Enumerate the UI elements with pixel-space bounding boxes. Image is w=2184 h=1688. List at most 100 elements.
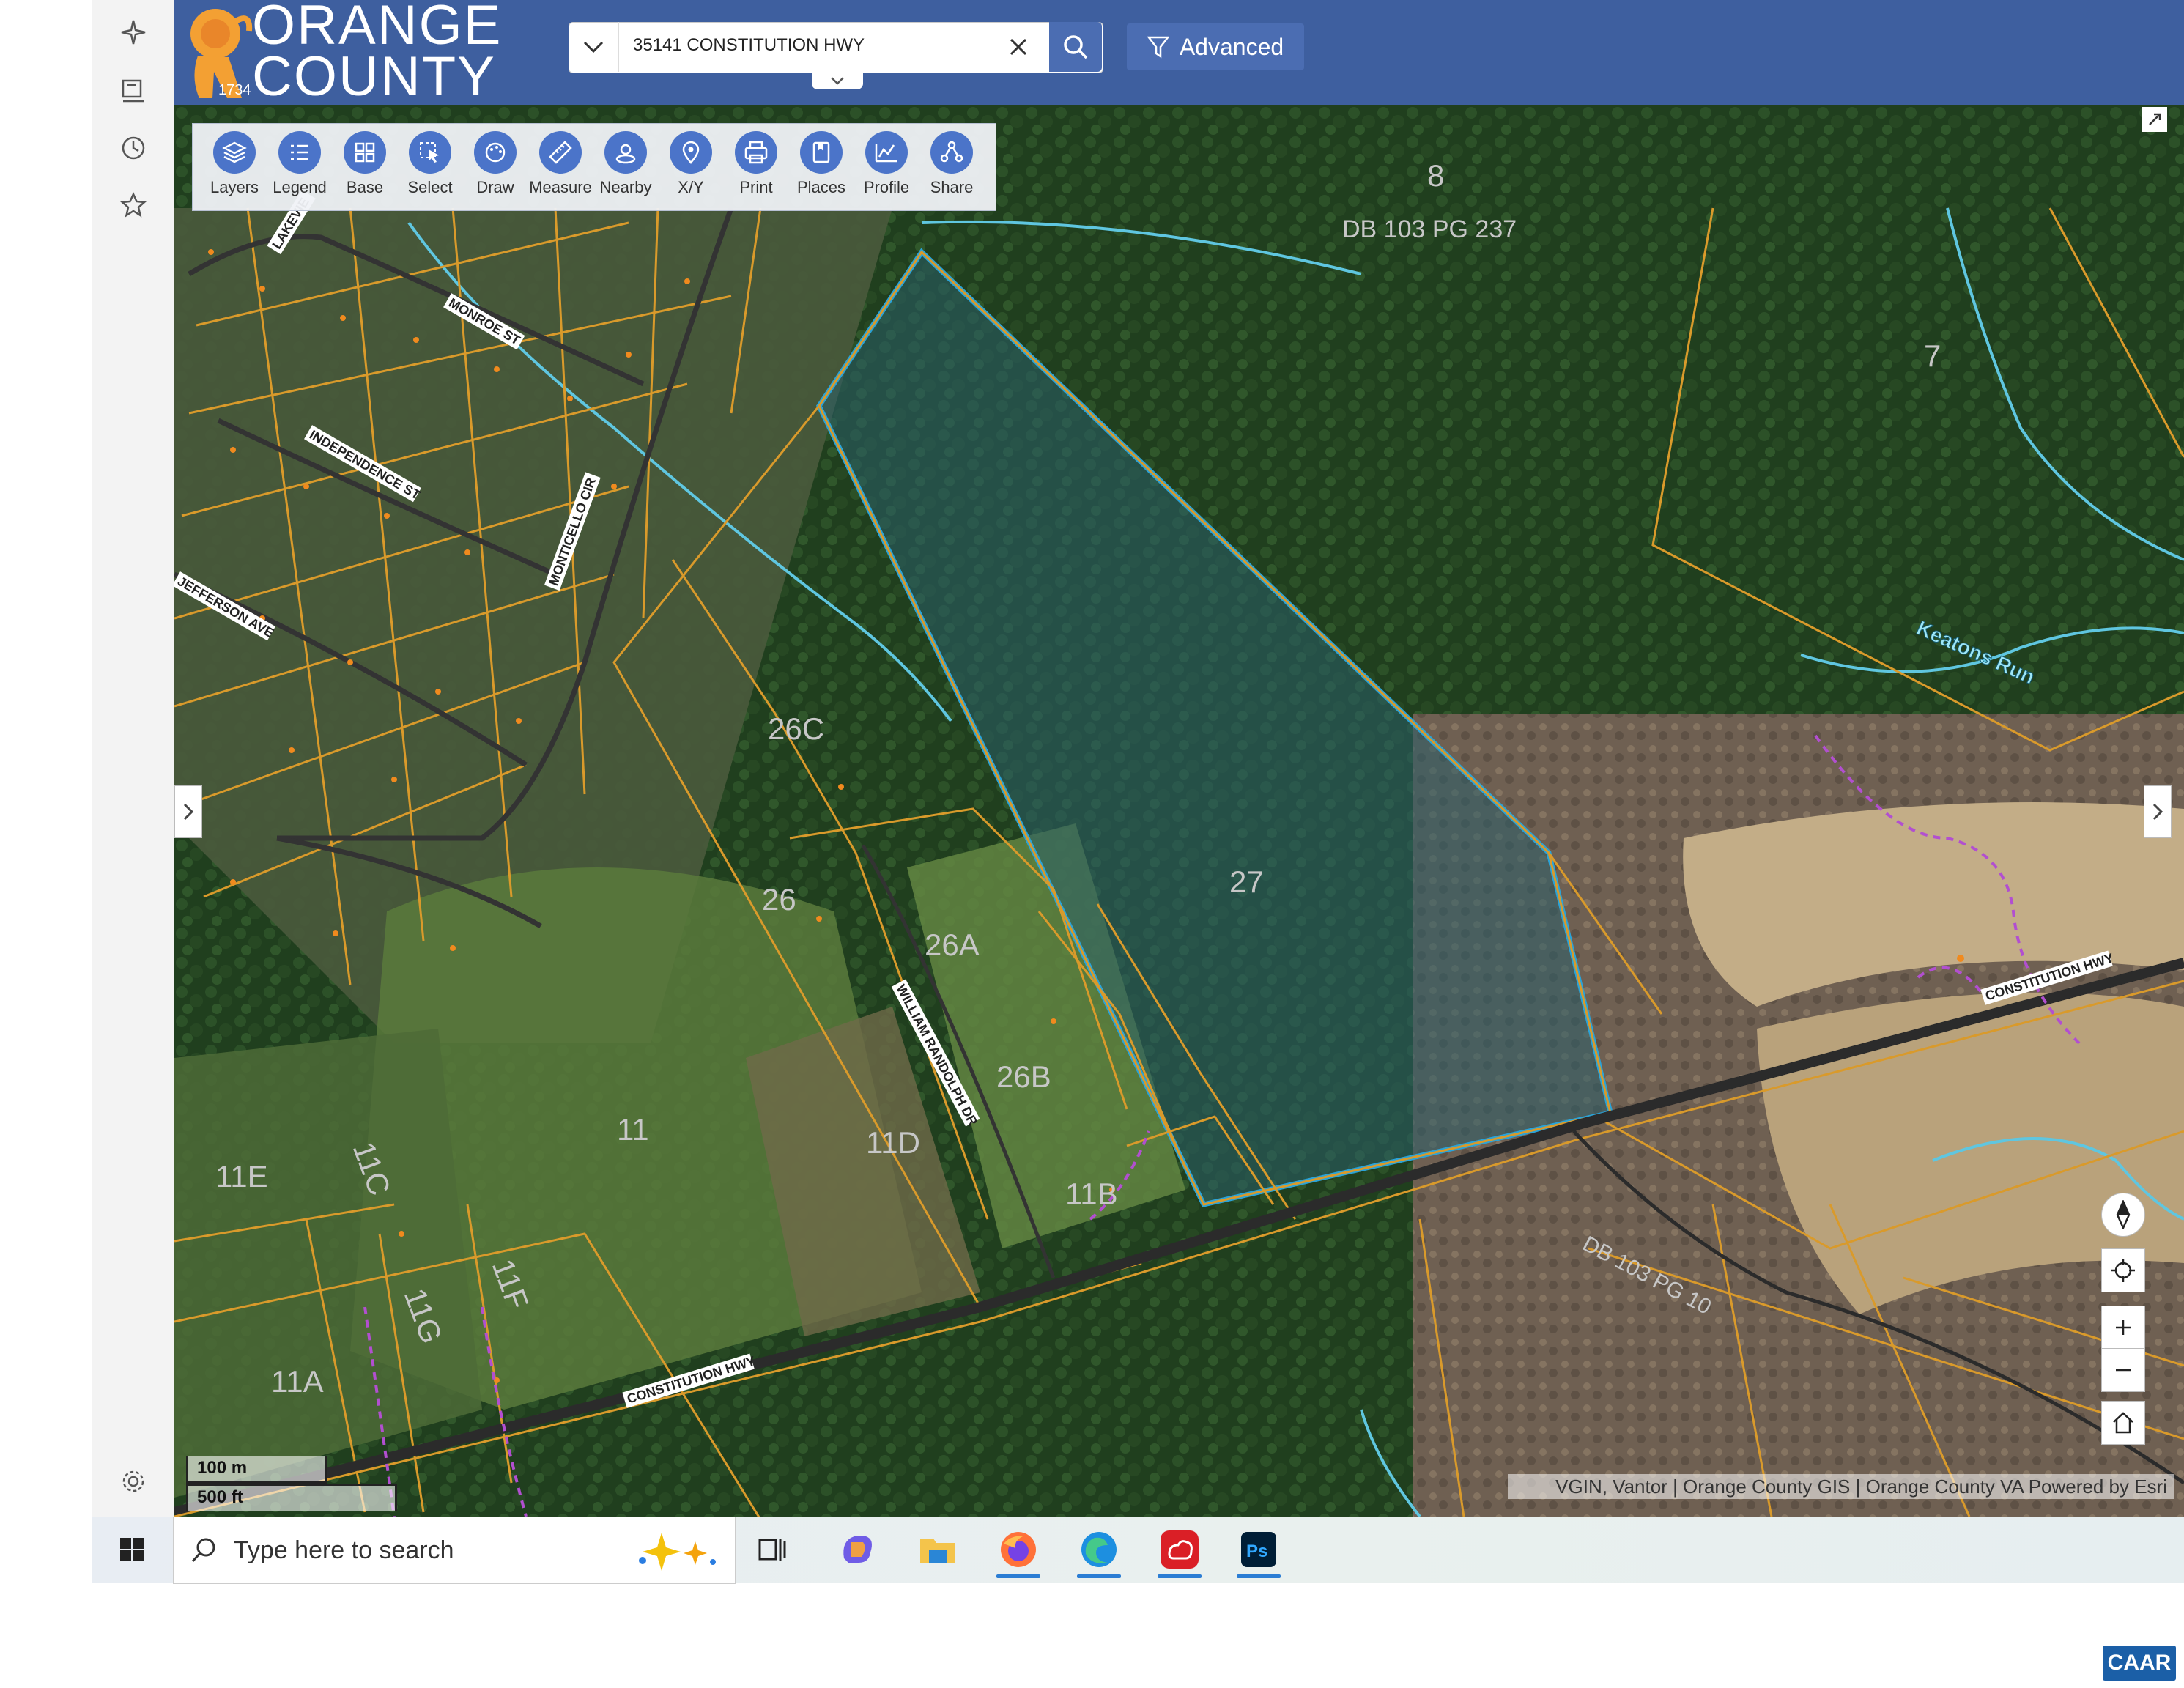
- select-tool[interactable]: Select: [399, 131, 462, 197]
- start-button[interactable]: [92, 1517, 171, 1582]
- parcel-8-label: 8: [1427, 158, 1444, 193]
- xy-tool[interactable]: X/Y: [659, 131, 722, 197]
- search-icon: [1064, 35, 1088, 59]
- base-label: Base: [346, 178, 384, 196]
- file-explorer-app[interactable]: [910, 1519, 966, 1580]
- measure-label: Measure: [529, 178, 592, 196]
- creative-cloud-app[interactable]: [1152, 1519, 1207, 1580]
- advanced-search-button[interactable]: Advanced: [1127, 23, 1304, 70]
- places-label: Places: [796, 178, 846, 196]
- locate-button[interactable]: [2101, 1248, 2145, 1292]
- chevron-right-icon: [2152, 803, 2163, 821]
- copilot-sparkle-icon: [639, 1533, 716, 1571]
- basemap-icon: [355, 142, 375, 163]
- filter-icon: [1147, 36, 1169, 59]
- legend-label: Legend: [273, 178, 327, 196]
- clear-search-icon[interactable]: [1004, 32, 1033, 62]
- base-tool[interactable]: Base: [333, 131, 396, 197]
- print-tool[interactable]: Print: [725, 131, 788, 197]
- scale-bar: 100 m 500 ft: [186, 1456, 397, 1511]
- parcel-26a-label: 26A: [925, 928, 980, 962]
- edge-app[interactable]: [1071, 1519, 1127, 1580]
- expand-map-icon[interactable]: [2142, 107, 2167, 132]
- plus-icon: [2116, 1320, 2131, 1335]
- parcel-26-label: 26: [762, 882, 796, 917]
- draw-tool[interactable]: Draw: [464, 131, 527, 197]
- parcel-11e-label: 11E: [215, 1159, 268, 1193]
- parcel-11a-label: 11A: [271, 1364, 324, 1399]
- logo-line-1: ORANGE: [252, 0, 503, 56]
- parcel-8-deed-label: DB 103 PG 237: [1342, 215, 1517, 243]
- xy-label: X/Y: [678, 178, 704, 196]
- expand-right-panel-tab[interactable]: [2144, 785, 2172, 838]
- history-icon[interactable]: [111, 126, 155, 170]
- layers-icon: [222, 141, 247, 163]
- search-input[interactable]: 35141 CONSTITUTION HWY: [633, 35, 865, 56]
- legend-tool[interactable]: Legend: [268, 131, 331, 197]
- sparkle-icon[interactable]: [111, 10, 155, 54]
- scale-metric-label: 100 m: [197, 1458, 248, 1478]
- task-view-icon: [758, 1539, 786, 1561]
- select-icon: [420, 142, 439, 163]
- share-tool[interactable]: Share: [920, 131, 983, 197]
- expand-search-tab[interactable]: [812, 72, 863, 89]
- search-type-dropdown[interactable]: [569, 22, 619, 72]
- copilot-app[interactable]: [829, 1519, 885, 1580]
- favorites-star-icon[interactable]: [111, 183, 155, 227]
- share-icon: [940, 141, 963, 163]
- chevron-right-icon: [183, 803, 194, 821]
- caar-logo: CAAR: [2103, 1646, 2176, 1681]
- firefox-icon: [1001, 1532, 1036, 1567]
- logo-line-2: COUNTY: [252, 45, 496, 108]
- measure-tool[interactable]: Measure: [529, 131, 592, 197]
- svg-text:Ps: Ps: [1246, 1541, 1267, 1561]
- layers-tool[interactable]: Layers: [203, 131, 266, 197]
- parcel-27-label: 27: [1229, 865, 1264, 899]
- photoshop-icon: Ps: [1241, 1532, 1276, 1567]
- expand-left-panel-tab[interactable]: [174, 785, 202, 838]
- home-icon: [2113, 1412, 2133, 1434]
- profile-tool[interactable]: Profile: [855, 131, 918, 197]
- nearby-label: Nearby: [599, 178, 652, 196]
- left-rail: [92, 0, 175, 1517]
- logo-wordmark: ORANGE COUNTY: [252, 0, 503, 108]
- task-view-button[interactable]: [746, 1519, 802, 1580]
- zoom-out-button[interactable]: [2101, 1348, 2145, 1392]
- zoom-in-button[interactable]: [2101, 1306, 2145, 1350]
- locate-icon: [2111, 1259, 2135, 1282]
- file-explorer-icon: [920, 1539, 955, 1563]
- firefox-app[interactable]: [991, 1519, 1046, 1580]
- map-view[interactable]: 8 DB 103 PG 237 7 26C 26 26A 26B 27 11 1…: [174, 106, 2184, 1517]
- ruler-icon: [549, 141, 572, 164]
- parcel-7-label: 7: [1924, 338, 1941, 373]
- creative-cloud-icon: [1161, 1530, 1199, 1569]
- photoshop-app[interactable]: Ps: [1231, 1519, 1287, 1580]
- chevron-down-icon: [831, 77, 844, 85]
- compass-button[interactable]: [2101, 1193, 2145, 1237]
- logo-year: 1734: [218, 82, 251, 98]
- nearby-tool[interactable]: Nearby: [594, 131, 657, 197]
- print-icon: [744, 141, 768, 164]
- share-label: Share: [930, 178, 974, 196]
- parcel-11d-label: 11D: [866, 1125, 920, 1160]
- nearby-icon: [615, 144, 636, 164]
- parcel-11b-label: 11B: [1065, 1177, 1118, 1211]
- map-canvas[interactable]: 8 DB 103 PG 237 7 26C 26 26A 26B 27 11 1…: [174, 106, 2184, 1517]
- taskbar-search-box[interactable]: Type here to search: [173, 1517, 736, 1584]
- draw-icon: [485, 142, 506, 163]
- home-extent-button[interactable]: [2101, 1401, 2145, 1445]
- layers-label: Layers: [210, 178, 259, 196]
- settings-gear-icon[interactable]: [111, 1459, 155, 1503]
- profile-icon: [875, 144, 897, 163]
- places-tool[interactable]: Places: [790, 131, 853, 197]
- parcel-26b-label: 26B: [996, 1059, 1051, 1094]
- bookmark-icon: [812, 141, 830, 163]
- profile-label: Profile: [863, 178, 910, 196]
- map-tool-icon[interactable]: [111, 69, 155, 113]
- copilot-icon: [843, 1536, 872, 1563]
- pin-icon: [682, 141, 700, 164]
- chevron-down-icon: [583, 41, 604, 53]
- search-button[interactable]: [1049, 22, 1102, 72]
- edge-icon: [1081, 1532, 1117, 1567]
- search-icon: [191, 1538, 215, 1563]
